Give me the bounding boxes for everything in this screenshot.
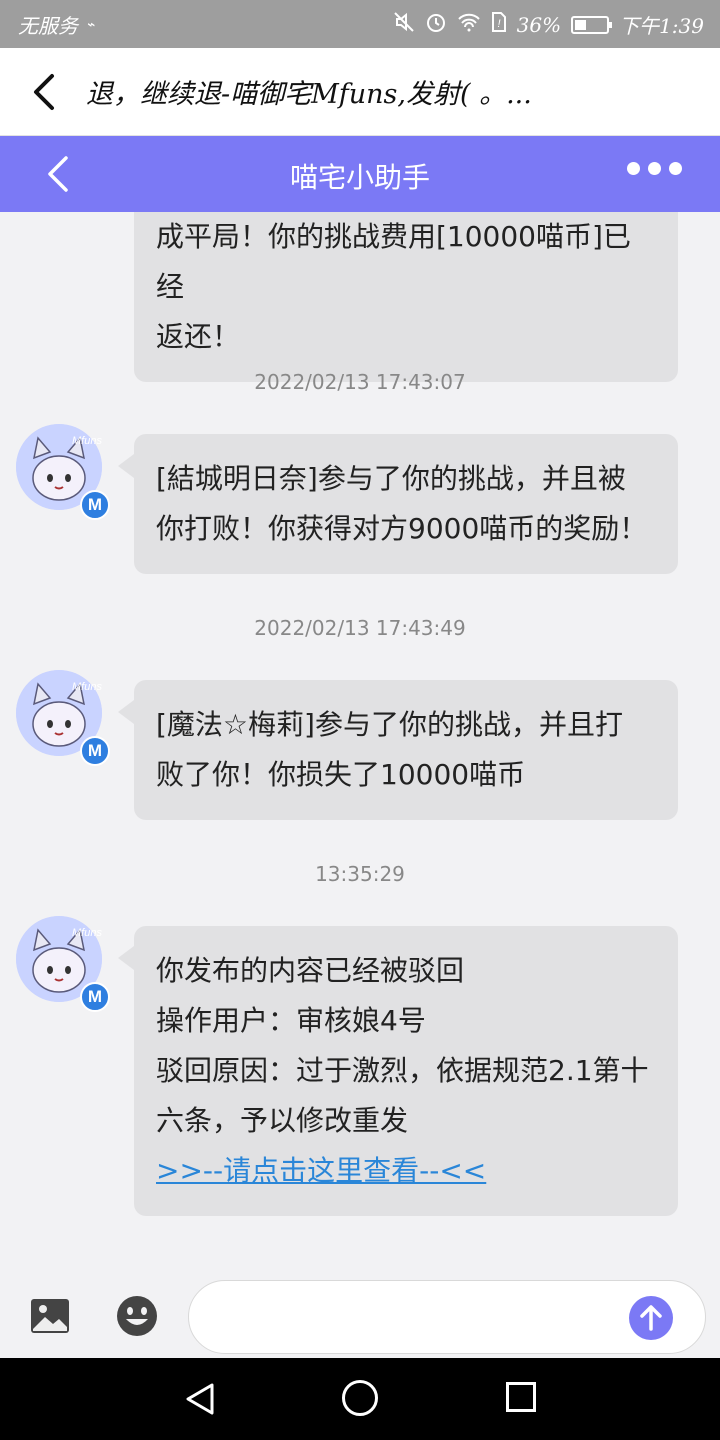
carrier-label: 无服务	[18, 14, 78, 38]
message-bubble: 你发布的内容已经被驳回 操作用户：审核娘4号 驳回原因：过于激烈，依据规范2.1…	[118, 926, 678, 1216]
avatar[interactable]: Mfuns M	[16, 424, 110, 520]
message-line: 成平局！你的挑战费用[10000喵币]已经	[156, 220, 631, 303]
svg-text:!: !	[497, 18, 500, 30]
bubble-tail	[118, 454, 134, 478]
status-time: 下午1:39	[619, 14, 704, 38]
more-dot	[648, 162, 661, 175]
image-button[interactable]	[30, 1298, 70, 1334]
message-line: [結城明日奈]参与了你的挑战，并且被	[156, 462, 626, 495]
avatar[interactable]: Mfuns M	[16, 916, 110, 1012]
message-list[interactable]: 成平局！你的挑战费用[10000喵币]已经 返还！ 2022/02/13 17:…	[0, 212, 720, 1276]
avatar-text: Mfuns	[72, 435, 102, 447]
wifi-icon	[457, 12, 481, 37]
nav-home-button[interactable]	[342, 1380, 378, 1416]
nav-back-button[interactable]	[184, 1382, 216, 1420]
hotspot-icon: ⌁	[86, 16, 95, 33]
send-arrow-up-icon	[640, 1305, 662, 1331]
emoji-icon	[117, 1296, 157, 1336]
message-bubble: [魔法☆梅莉]参与了你的挑战，并且打 败了你！你损失了10000喵币	[118, 680, 678, 820]
image-icon	[31, 1299, 69, 1333]
status-bar: 无服务 ⌁ ! 36% 下午1:39	[0, 0, 720, 48]
avatar-text: Mfuns	[72, 927, 102, 939]
bubble-tail	[118, 700, 134, 724]
m-badge-icon: M	[80, 490, 110, 520]
message-input[interactable]	[188, 1280, 706, 1354]
message-line: 驳回原因：过于激烈，依据规范2.1第十	[156, 1054, 649, 1087]
status-right: ! 36% 下午1:39	[393, 10, 704, 39]
view-detail-link[interactable]: >>--请点击这里查看--<<	[156, 1154, 486, 1187]
page-title-bar: 退，继续退-喵御宅Mfuns,发射( 。...	[0, 48, 720, 136]
sim-alert-icon: !	[491, 11, 507, 38]
message-line: 你打败！你获得对方9000喵币的奖励！	[156, 512, 648, 545]
message-line: 返还！	[156, 320, 241, 353]
message-line: 你发布的内容已经被驳回	[156, 954, 465, 987]
battery-icon	[571, 15, 613, 34]
avatar-text: Mfuns	[72, 681, 102, 693]
message-bubble: [結城明日奈]参与了你的挑战，并且被 你打败！你获得对方9000喵币的奖励！	[118, 434, 678, 574]
avatar[interactable]: Mfuns M	[16, 670, 110, 766]
triangle-back-icon	[186, 1383, 214, 1415]
chat-header: 喵宅小助手	[0, 136, 720, 212]
bubble-tail	[118, 946, 134, 970]
nav-recents-button[interactable]	[506, 1382, 536, 1412]
m-badge-icon: M	[80, 736, 110, 766]
chat-title: 喵宅小助手	[289, 161, 430, 194]
message-timestamp: 13:35:29	[315, 862, 405, 886]
more-dot	[669, 162, 682, 175]
system-nav-bar	[0, 1358, 720, 1440]
alarm-icon	[425, 11, 447, 38]
battery-percent: 36%	[516, 12, 562, 37]
message-line: 操作用户：审核娘4号	[156, 1004, 426, 1037]
input-bar	[0, 1276, 720, 1358]
more-dot	[627, 162, 640, 175]
mute-icon	[393, 11, 415, 38]
message-timestamp: 2022/02/13 17:43:49	[254, 616, 466, 640]
page-title: 退，继续退-喵御宅Mfuns,发射( 。...	[86, 79, 532, 110]
status-left: 无服务 ⌁	[18, 10, 94, 39]
emoji-button[interactable]	[116, 1295, 158, 1337]
message-line: 败了你！你损失了10000喵币	[156, 758, 526, 791]
browser-back-button[interactable]	[26, 70, 62, 114]
message-line: [魔法☆梅莉]参与了你的挑战，并且打	[156, 708, 623, 741]
send-button[interactable]	[629, 1296, 673, 1340]
message-line: 六条，予以修改重发	[156, 1104, 409, 1137]
message-timestamp: 2022/02/13 17:43:07	[254, 370, 466, 394]
message-bubble: 成平局！你的挑战费用[10000喵币]已经 返还！	[134, 212, 678, 382]
more-button[interactable]	[627, 162, 682, 175]
chevron-left-icon	[34, 74, 54, 110]
m-badge-icon: M	[80, 982, 110, 1012]
